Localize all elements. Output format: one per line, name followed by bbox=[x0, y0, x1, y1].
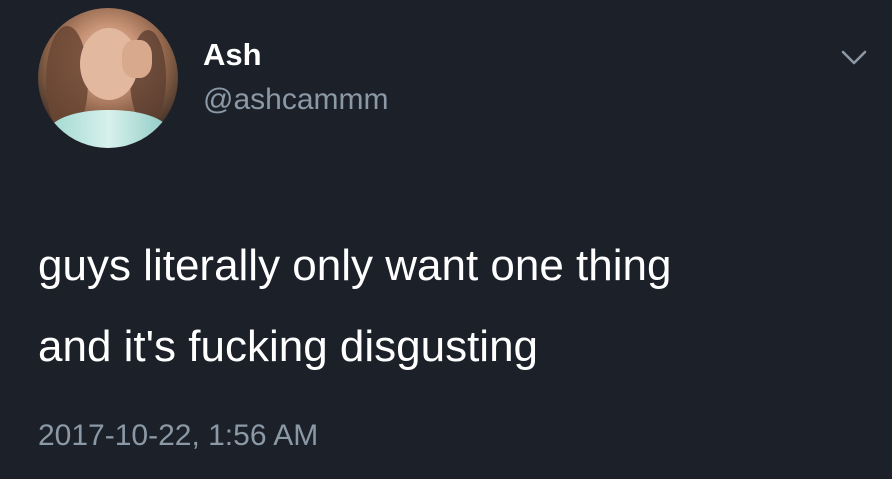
tweet-card: Ash @ashcammm guys literally only want o… bbox=[0, 0, 892, 479]
tweet-text-line: and it's fucking disgusting bbox=[38, 322, 539, 371]
timestamp[interactable]: 2017-10-22, 1:56 AM bbox=[38, 418, 318, 454]
display-name[interactable]: Ash bbox=[203, 37, 262, 73]
avatar-clothing bbox=[48, 110, 170, 148]
chevron-down-icon[interactable] bbox=[836, 39, 872, 75]
user-handle[interactable]: @ashcammm bbox=[203, 82, 388, 118]
tweet-text: guys literally only want one thing and i… bbox=[38, 225, 858, 387]
avatar[interactable] bbox=[38, 8, 178, 148]
tweet-text-line: guys literally only want one thing bbox=[38, 241, 672, 290]
avatar-hand bbox=[122, 40, 152, 78]
